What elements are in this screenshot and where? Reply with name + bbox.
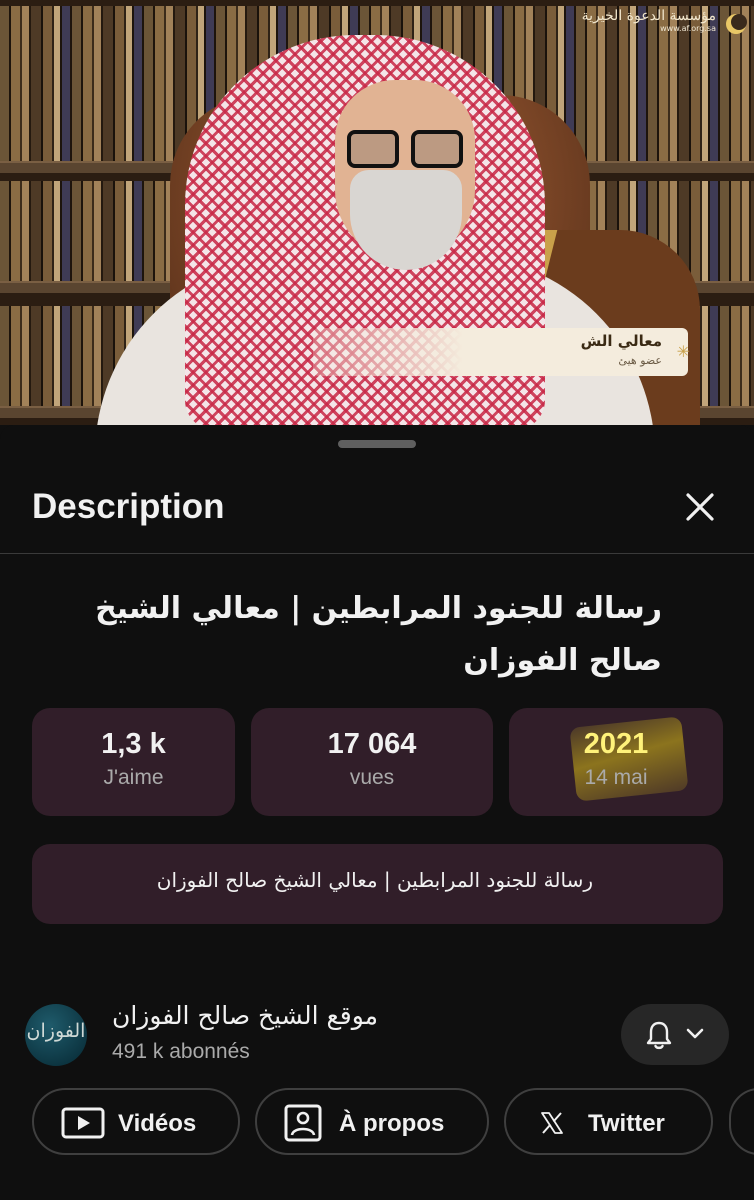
description-text: رسالة للجنود المرابطين | معالي الشيخ صال… [156, 868, 593, 892]
about-chip[interactable]: À propos [255, 1088, 489, 1155]
likes-stat: 1,3 k J'aime [32, 708, 235, 816]
views-stat: 17 064 vues [251, 708, 493, 816]
twitter-chip-label: Twitter [588, 1110, 665, 1137]
twitter-chip[interactable]: Twitter [504, 1088, 713, 1155]
description-sheet: Description رسالة للجنود المرابطين | معا… [0, 425, 754, 1200]
lower-third-subtitle: عضو هيئ [618, 354, 662, 367]
likes-count: 1,3 k [101, 728, 166, 760]
lower-third-name: معالي الش [580, 332, 662, 350]
channel-avatar[interactable]: الفوزان [25, 1004, 87, 1066]
sheet-title: Description [32, 487, 225, 526]
videos-chip-label: Vidéos [118, 1110, 197, 1137]
drag-handle[interactable] [338, 440, 416, 448]
upload-date: 14 mai [584, 766, 648, 789]
video-player[interactable]: ✳ معالي الش عضو هيئ مؤسسة الدعوة الخيرية… [0, 0, 754, 425]
watermark-url: www.af.org.sa [660, 24, 716, 33]
close-button[interactable] [682, 489, 718, 525]
upload-year: 2021 [583, 728, 649, 760]
video-icon [61, 1107, 105, 1139]
about-chip-label: À propos [339, 1110, 445, 1137]
subscriber-count: 491 k abonnés [112, 1040, 250, 1063]
channel-name[interactable]: موقع الشيخ صالح الفوزان [112, 1001, 378, 1030]
watermark-text: مؤسسة الدعوة الخيرية [581, 8, 716, 24]
profile-icon [284, 1104, 322, 1142]
bell-icon [646, 1021, 672, 1050]
lower-third-caption: ✳ معالي الش عضو هيئ [313, 328, 690, 376]
views-count: 17 064 [327, 728, 417, 760]
likes-label: J'aime [103, 766, 164, 789]
date-stat: 2021 14 mai [509, 708, 723, 816]
more-links-chip[interactable] [729, 1088, 754, 1155]
x-logo-icon [541, 1112, 563, 1134]
crescent-logo-icon [726, 14, 747, 34]
header-divider [0, 553, 754, 554]
videos-chip[interactable]: Vidéos [32, 1088, 240, 1155]
avatar-calligraphy: الفوزان [26, 1020, 86, 1042]
ornament-icon: ✳ [676, 342, 690, 361]
chevron-down-icon [686, 1028, 704, 1039]
channel-watermark: مؤسسة الدعوة الخيرية www.af.org.sa [581, 8, 747, 34]
close-icon [686, 493, 714, 521]
views-label: vues [349, 766, 395, 789]
notifications-button[interactable] [621, 1004, 729, 1065]
video-title: رسالة للجنود المرابطين | معالي الشيخ صال… [95, 591, 662, 678]
description-box: رسالة للجنود المرابطين | معالي الشيخ صال… [32, 844, 723, 924]
eyeglasses [347, 130, 463, 170]
